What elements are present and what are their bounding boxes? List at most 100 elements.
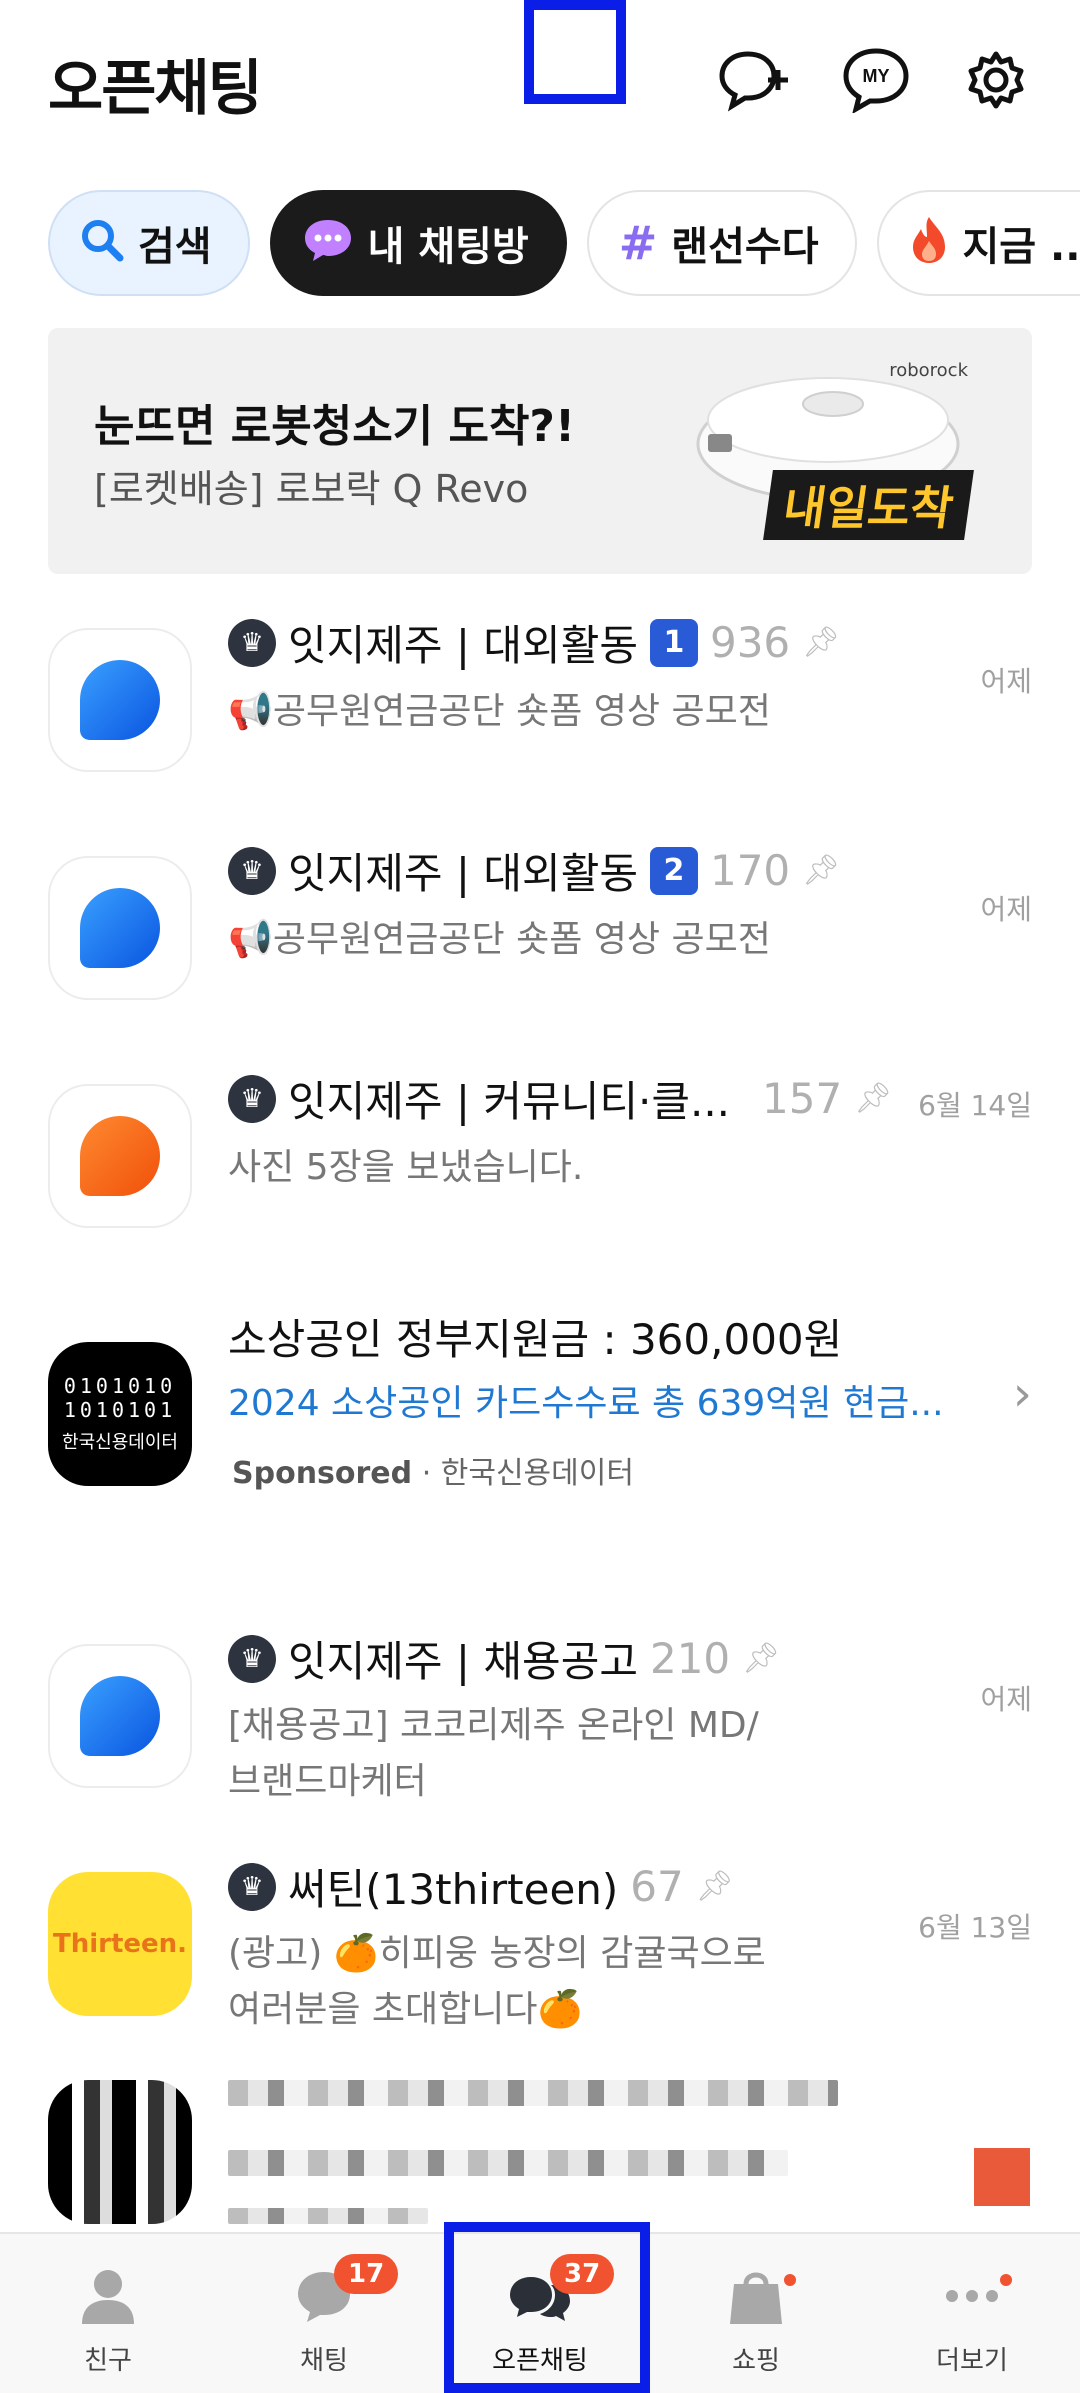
avatar xyxy=(48,856,192,1000)
logo-binary-2: 1010101 xyxy=(63,1398,177,1422)
room-name-line: ♛ 잇지제주 | 채용공고 210 📌︎ xyxy=(228,1628,780,1689)
nav-chats-label: 채팅 xyxy=(300,2346,348,2376)
crown-icon: ♛ xyxy=(228,846,276,895)
chip-search[interactable]: 검색 xyxy=(48,190,250,296)
banner-delivery-tag: 내일도착 xyxy=(763,470,975,540)
more-icon xyxy=(937,2264,1007,2328)
room-name-line: ♛ 잇지제주 | 대외활동 2 170 📌︎ xyxy=(228,840,840,901)
chip-now[interactable]: 지금 ... xyxy=(876,190,1080,296)
last-message-line2: 여러분을 초대합니다🍊 xyxy=(228,1989,583,2030)
person-icon xyxy=(73,2264,143,2328)
last-message-line1: (광고) 🍊히피웅 농장의 감귤국으로 xyxy=(228,1933,766,1974)
nav-more-label: 더보기 xyxy=(936,2346,1008,2376)
room-name-line: ♛ 잇지제주 | 대외활동 1 936 📌︎ xyxy=(228,612,840,673)
chip-my-chatrooms-label: 내 채팅방 xyxy=(367,224,529,270)
pin-icon: 📌︎ xyxy=(854,1081,893,1116)
timestamp: 6월 14일 xyxy=(918,1089,1032,1122)
ad-description: 2024 소상공인 카드수수료 총 639억원 현금... xyxy=(228,1383,944,1424)
room-name: 잇지제주 | 커뮤니티·클... xyxy=(288,1077,731,1126)
shopping-bag-icon xyxy=(721,2264,791,2328)
pin-icon: 📌︎ xyxy=(802,625,841,660)
highlight-box-my xyxy=(524,0,626,104)
crown-icon: ♛ xyxy=(228,1862,276,1911)
nav-more[interactable]: 더보기 xyxy=(864,2234,1080,2393)
room-name: 써틴(13thirteen) xyxy=(288,1865,619,1914)
nav-friends[interactable]: 친구 xyxy=(0,2234,216,2393)
banner-title: 눈뜨면 로봇청소기 도착?! xyxy=(94,401,576,452)
fire-icon xyxy=(909,215,949,272)
chat-unread-badge: 17 xyxy=(334,2254,399,2294)
list-item-blurred[interactable] xyxy=(0,2038,1080,2228)
nav-friends-label: 친구 xyxy=(84,2346,132,2376)
nav-shopping[interactable]: 쇼핑 xyxy=(648,2234,864,2393)
avatar: Thirteen. xyxy=(48,1872,192,2016)
chip-my-chatrooms[interactable]: 내 채팅방 xyxy=(269,190,567,296)
ad-title: 소상공인 정부지원금 : 360,000원 xyxy=(228,1315,843,1364)
nav-shopping-label: 쇼핑 xyxy=(732,2346,780,2376)
avatar xyxy=(48,628,192,772)
timestamp: 어제 xyxy=(980,1683,1032,1716)
crown-icon: ♛ xyxy=(228,1074,276,1123)
filter-chips: 검색 내 채팅방 # 랜선수다 지금 ... xyxy=(48,190,1080,300)
pin-icon: 📌︎ xyxy=(742,1641,781,1676)
member-count: 157 xyxy=(762,1074,843,1123)
robot-vacuum-image: roborock 내일도착 xyxy=(688,354,1018,554)
list-item[interactable]: ♛ 잇지제주 | 채용공고 210 📌︎ [채용공고] 코코리제주 온라인 MD… xyxy=(0,1600,1080,1830)
chip-lanseonsuda[interactable]: # 랜선수다 xyxy=(586,190,857,296)
search-icon xyxy=(80,218,124,269)
chevron-right-icon: › xyxy=(1012,1366,1032,1422)
crown-icon: ♛ xyxy=(228,1634,276,1683)
avatar xyxy=(48,1084,192,1228)
chip-search-label: 검색 xyxy=(138,224,212,270)
banner-subtitle: [로켓배송] 로보락 Q Revo xyxy=(94,467,529,511)
hashtag-icon: # xyxy=(618,216,658,270)
shopping-dot xyxy=(784,2274,796,2286)
pixelated-message xyxy=(228,2150,788,2176)
nav-chats[interactable]: 17 채팅 xyxy=(216,2234,432,2393)
advertiser-logo: 0101010 1010101 한국신용데이터 xyxy=(48,1342,192,1486)
logo-binary-1: 0101010 xyxy=(63,1374,177,1398)
sponsored-item[interactable]: 0101010 1010101 한국신용데이터 소상공인 정부지원금 : 360… xyxy=(0,1306,1080,1586)
last-message: 사진 5장을 보냈습니다. xyxy=(228,1147,584,1188)
chip-now-label: 지금 ... xyxy=(962,224,1080,270)
list-item[interactable]: Thirteen. ♛ 써틴(13thirteen) 67 📌︎ (광고) 🍊히… xyxy=(0,1828,1080,2058)
member-count: 936 xyxy=(709,618,791,667)
list-item[interactable]: ♛ 잇지제주 | 대외활동 1 936 📌︎ 📢공무원연금공단 숏폼 영상 공모… xyxy=(0,600,1080,830)
crown-icon: ♛ xyxy=(228,618,276,667)
svg-text:MY: MY xyxy=(863,66,890,86)
logo-text: 한국신용데이터 xyxy=(62,1432,178,1453)
avatar xyxy=(48,1644,192,1788)
gear-icon[interactable] xyxy=(956,40,1036,120)
pin-icon: 📌︎ xyxy=(695,1869,734,1904)
list-item[interactable]: ♛ 잇지제주 | 커뮤니티·클... 157 📌︎ 사진 5장을 보냈습니다. … xyxy=(0,1056,1080,1286)
last-message: 📢공무원연금공단 숏폼 영상 공모전 xyxy=(228,691,771,732)
timestamp: 어제 xyxy=(980,893,1032,926)
sponsored-label: Sponsored xyxy=(232,1456,413,1491)
advertiser-name: · 한국신용데이터 xyxy=(421,1456,634,1491)
pixelated-badge xyxy=(974,2148,1030,2206)
last-message-line2: 브랜드마케터 xyxy=(228,1761,427,1802)
chat-add-icon[interactable] xyxy=(714,40,794,120)
my-profile-icon[interactable]: MY xyxy=(836,40,916,120)
timestamp: 어제 xyxy=(980,665,1032,698)
room-name: 잇지제주 | 대외활동 xyxy=(288,621,638,670)
avatar-pixelated xyxy=(48,2080,192,2224)
list-item[interactable]: ♛ 잇지제주 | 대외활동 2 170 📌︎ 📢공무원연금공단 숏폼 영상 공모… xyxy=(0,828,1080,1058)
timestamp: 6월 13일 xyxy=(918,1911,1032,1944)
room-name: 잇지제주 | 대외활동 xyxy=(288,849,638,898)
member-count: 210 xyxy=(649,1634,731,1683)
ad-sponsor-line: Sponsored · 한국신용데이터 xyxy=(232,1448,634,1492)
last-message-line1: [채용공고] 코코리제주 온라인 MD/ xyxy=(228,1705,759,1746)
pin-icon: 📌︎ xyxy=(802,853,841,888)
pixelated-message-2 xyxy=(228,2208,428,2224)
more-dot xyxy=(1000,2274,1012,2286)
pixelated-title xyxy=(228,2080,838,2106)
number-badge: 1 xyxy=(649,618,698,667)
chat-bubble-icon xyxy=(302,217,354,270)
room-name-line: ♛ 잇지제주 | 커뮤니티·클... 157 📌︎ xyxy=(228,1068,892,1129)
member-count: 170 xyxy=(709,846,791,895)
number-badge: 2 xyxy=(649,846,698,895)
banner-ad[interactable]: 눈뜨면 로봇청소기 도착?! [로켓배송] 로보락 Q Revo roboroc… xyxy=(48,328,1032,574)
highlight-box-open-chat xyxy=(444,2222,650,2393)
header: 오픈채팅 MY xyxy=(0,0,1080,170)
